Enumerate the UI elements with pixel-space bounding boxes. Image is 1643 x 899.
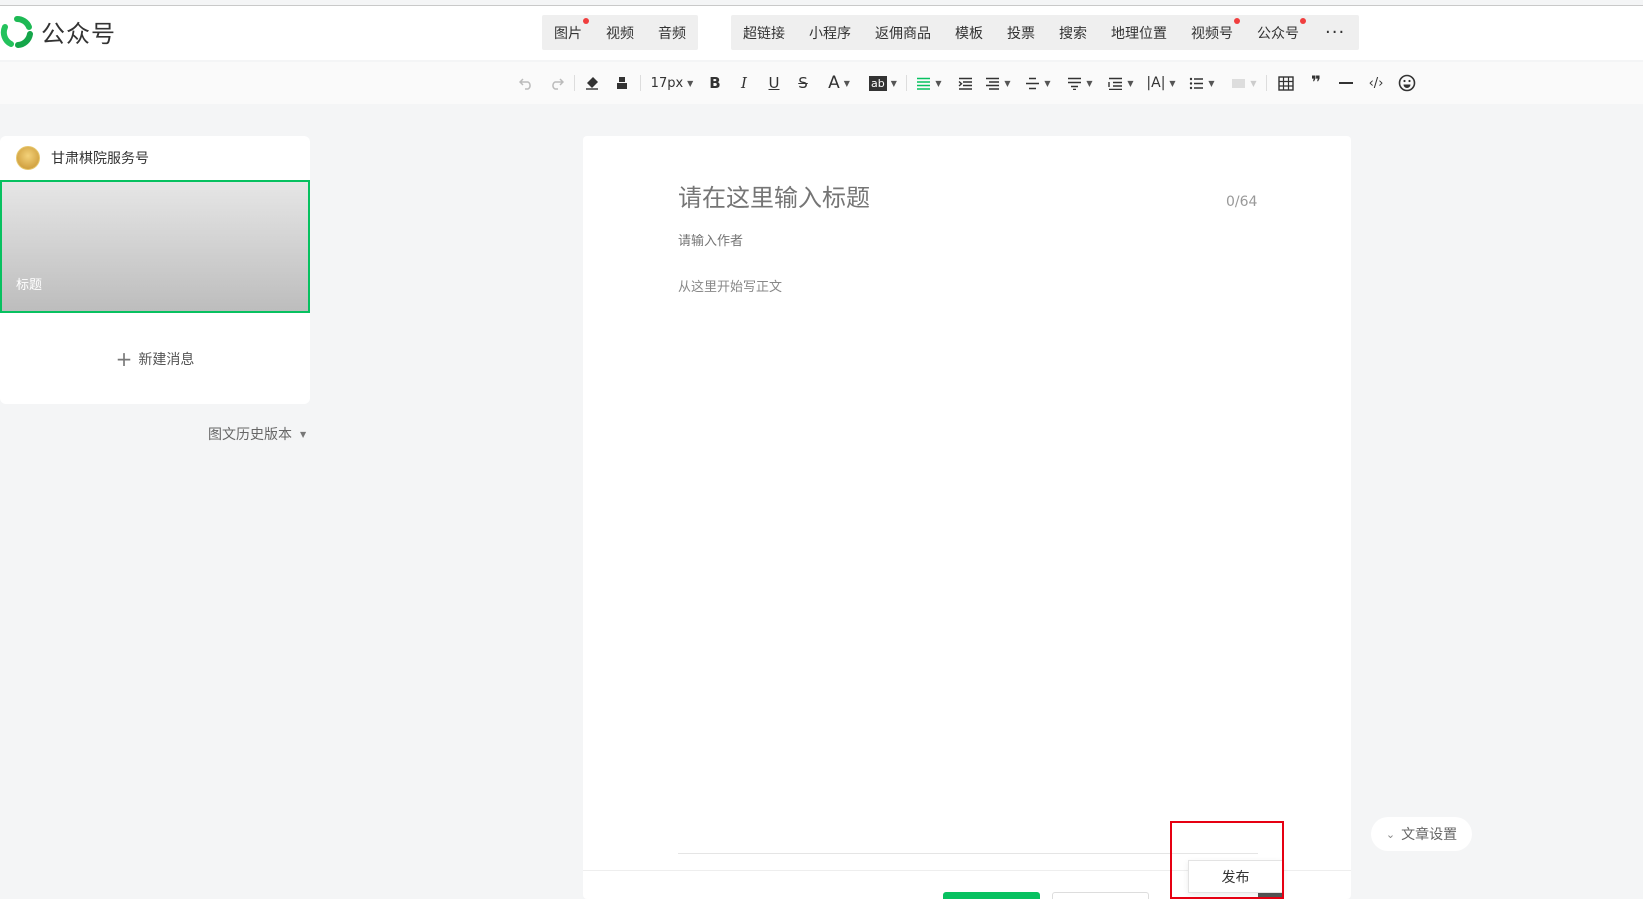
insert-audio-button[interactable]: 音频 (646, 23, 698, 43)
new-badge-dot (1234, 17, 1240, 24)
insert-location-button[interactable]: 地理位置 (1099, 23, 1179, 43)
chevron-down-icon: ▼ (1086, 78, 1093, 88)
undo-icon[interactable] (517, 71, 535, 95)
clear-format-icon[interactable] (582, 71, 602, 95)
article-history-dropdown[interactable]: 图文历史版本 ▼ (208, 424, 306, 444)
line-height-icon[interactable]: ▼ (1064, 71, 1096, 95)
divider-line-icon[interactable] (1335, 71, 1357, 95)
app-name: 公众号 (41, 20, 116, 48)
first-line-indent-icon[interactable]: ▼ (982, 71, 1014, 95)
insert-image-button[interactable]: 图片 (542, 17, 594, 43)
plus-icon: + (115, 347, 133, 371)
title-char-count: 0/64 (1226, 194, 1258, 210)
insert-video-button[interactable]: 视频 (594, 23, 646, 43)
app-logo[interactable]: 公众号 (0, 14, 116, 49)
account-header: 甘肃棋院服务号 (16, 146, 149, 170)
insert-template-button[interactable]: 模板 (943, 23, 995, 43)
preview-button[interactable] (1052, 892, 1149, 899)
underline-button[interactable]: U (763, 71, 785, 95)
article-settings-button[interactable]: ⌄ 文章设置 (1371, 817, 1472, 851)
format-painter-icon[interactable] (612, 71, 632, 95)
wechat-official-logo-icon (0, 15, 33, 48)
save-button[interactable] (943, 892, 1040, 899)
quote-icon[interactable]: ❞ (1305, 71, 1327, 95)
avatar (16, 146, 40, 170)
insert-official-account-button[interactable]: 公众号 (1245, 17, 1311, 43)
text-spacing-icon[interactable]: |A| ▼ (1145, 71, 1177, 95)
toolbar-divider (1266, 75, 1267, 91)
table-icon[interactable] (1275, 71, 1297, 95)
italic-button[interactable]: I (733, 71, 755, 95)
chevron-down-icon: ▼ (1169, 78, 1176, 88)
title-input[interactable] (678, 184, 1198, 212)
chevron-down-icon: ▼ (935, 78, 942, 88)
font-size-select[interactable]: 17px ▼ (648, 71, 696, 95)
chevron-down-icon: ▼ (843, 78, 850, 88)
paragraph-spacing-icon[interactable]: ▼ (1023, 71, 1053, 95)
article-body-editor[interactable]: 从这里开始写正文 (678, 276, 782, 295)
indent-icon[interactable] (954, 71, 976, 95)
format-toolbar: 17px ▼ B I U S A ▼ ab ▼ ▼ ▼ ▼ ▼ ▼ |A| ▼ ▼ ▼ … (0, 62, 1643, 104)
highlight-annotation-box (1170, 821, 1284, 899)
insert-channels-button[interactable]: 视频号 (1179, 17, 1245, 43)
highlight-color-button[interactable]: ab ▼ (866, 71, 900, 95)
message-list-panel: 甘肃棋院服务号 标题 + 新建消息 (0, 136, 310, 404)
font-color-button[interactable]: A ▼ (824, 71, 854, 95)
chevron-down-icon: ▼ (1004, 78, 1011, 88)
new-badge-dot (1300, 17, 1306, 24)
chevron-down-icon: ▼ (1044, 78, 1051, 88)
chevron-down-icon: ▼ (687, 78, 694, 88)
strikethrough-button[interactable]: S (792, 71, 814, 95)
insert-content-group: 超链接 小程序 返佣商品 模板 投票 搜索 地理位置 视频号 公众号 ··· (731, 15, 1360, 50)
chevron-down-icon: ▼ (890, 78, 897, 88)
insert-search-button[interactable]: 搜索 (1047, 23, 1099, 43)
author-input[interactable] (678, 234, 1078, 249)
toolbar-divider (574, 75, 575, 91)
chevron-down-icon: ▼ (300, 430, 307, 439)
layout-icon[interactable]: ▼ (1228, 71, 1260, 95)
emoji-icon[interactable] (1396, 71, 1418, 95)
chevron-double-down-icon: ⌄ (1385, 827, 1396, 841)
toolbar-divider (906, 75, 907, 91)
toolbar-divider (640, 75, 641, 91)
article-editor: 0/64 从这里开始写正文 (583, 136, 1351, 899)
redo-icon[interactable] (547, 71, 565, 95)
account-name: 甘肃棋院服务号 (51, 151, 149, 167)
align-left-icon[interactable]: ▼ (914, 71, 944, 95)
insert-vote-button[interactable]: 投票 (995, 23, 1047, 43)
insert-hyperlink-button[interactable]: 超链接 (731, 23, 797, 43)
bold-button[interactable]: B (704, 71, 726, 95)
chevron-down-icon: ▼ (1208, 78, 1215, 88)
new-message-button[interactable]: + 新建消息 (0, 347, 310, 371)
insert-media-group: 图片 视频 音频 (542, 15, 698, 50)
new-badge-dot (583, 17, 589, 24)
code-icon[interactable]: ‹/› (1365, 71, 1387, 95)
list-icon[interactable]: ▼ (1187, 71, 1217, 95)
message-card-selected[interactable]: 标题 (0, 180, 310, 313)
letter-spacing-icon[interactable]: ▼ (1106, 71, 1136, 95)
more-insert-button[interactable]: ··· (1311, 22, 1359, 43)
chevron-down-icon: ▼ (1250, 78, 1257, 88)
chevron-down-icon: ▼ (1127, 78, 1134, 88)
insert-commission-product-button[interactable]: 返佣商品 (863, 23, 943, 43)
message-card-title: 标题 (16, 278, 43, 293)
insert-mini-program-button[interactable]: 小程序 (797, 23, 863, 43)
